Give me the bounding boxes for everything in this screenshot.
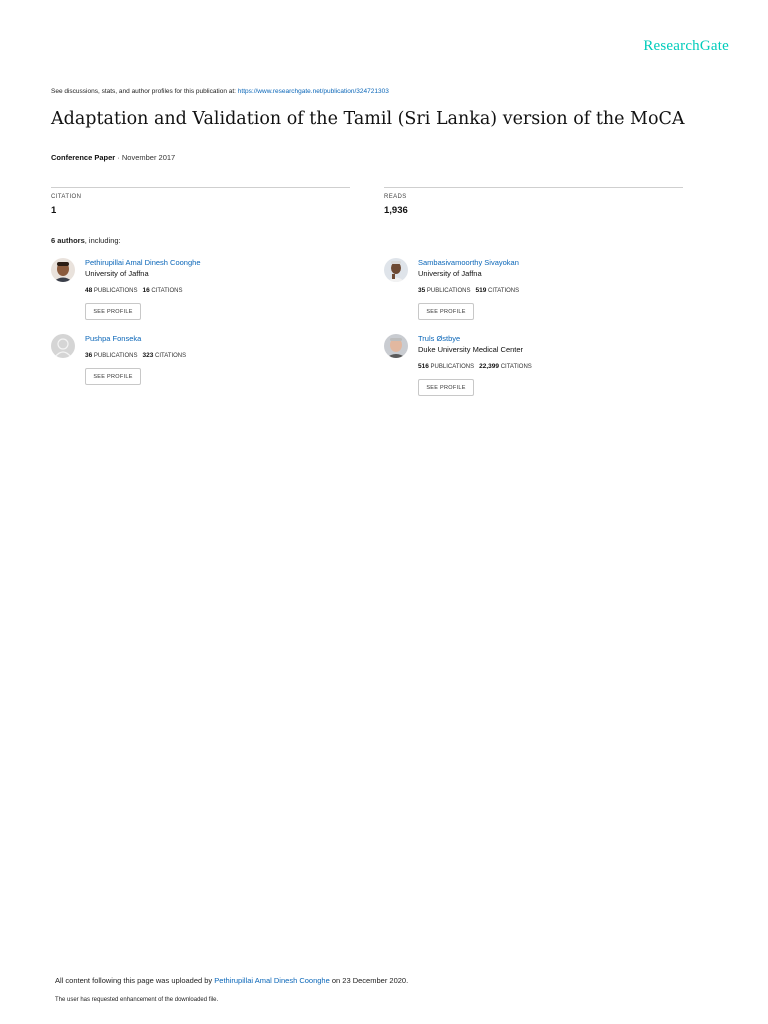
citations-count: 22,399 bbox=[479, 363, 500, 370]
default-user-icon bbox=[51, 334, 75, 358]
publications-count: 36 bbox=[85, 352, 93, 359]
author-affiliation: University of Jaffna bbox=[418, 269, 482, 278]
page-title: Adaptation and Validation of the Tamil (… bbox=[51, 109, 685, 129]
citations-label: CITATIONS bbox=[500, 364, 532, 370]
author-photo-icon bbox=[384, 258, 408, 282]
citation-divider bbox=[51, 187, 350, 188]
author-card: Pushpa Fonseka 36 PUBLICATIONS 323 CITAT… bbox=[51, 334, 351, 404]
upload-prefix: All content following this page was uplo… bbox=[55, 976, 215, 985]
citations-count: 323 bbox=[142, 352, 154, 359]
publications-count: 516 bbox=[418, 363, 429, 370]
researchgate-logo[interactable]: ResearchGate bbox=[643, 38, 729, 55]
author-affiliation: Duke University Medical Center bbox=[418, 345, 524, 354]
publications-label: PUBLICATIONS bbox=[430, 364, 475, 370]
avatar[interactable] bbox=[384, 258, 408, 282]
publication-url-link[interactable]: https://www.researchgate.net/publication… bbox=[238, 88, 389, 95]
enhancement-note: The user has requested enhancement of th… bbox=[55, 997, 219, 1003]
discussion-prefix: See discussions, stats, and author profi… bbox=[51, 88, 238, 95]
publications-count: 48 bbox=[85, 287, 93, 294]
author-card: Pethirupillai Amal Dinesh Coonghe Univer… bbox=[51, 258, 351, 328]
author-name-link[interactable]: Truls Østbye bbox=[418, 334, 460, 343]
author-name-link[interactable]: Pushpa Fonseka bbox=[85, 334, 141, 343]
citation-count: 1 bbox=[51, 205, 57, 216]
author-card: Truls Østbye Duke University Medical Cen… bbox=[384, 334, 684, 404]
upload-notice: All content following this page was uplo… bbox=[55, 976, 408, 985]
publications-label: PUBLICATIONS bbox=[93, 288, 138, 294]
upload-suffix: on 23 December 2020. bbox=[329, 976, 409, 985]
reads-divider bbox=[384, 187, 683, 188]
citations-label: CITATIONS bbox=[151, 288, 183, 294]
publication-type: Conference Paper bbox=[51, 153, 116, 162]
author-photo-icon bbox=[384, 334, 408, 358]
see-profile-button[interactable]: SEE PROFILE bbox=[418, 303, 474, 320]
avatar[interactable] bbox=[51, 334, 75, 358]
publications-label: PUBLICATIONS bbox=[93, 353, 138, 359]
authors-suffix: , including: bbox=[84, 236, 121, 245]
publication-date: · November 2017 bbox=[115, 153, 176, 162]
author-stats: 35 PUBLICATIONS 519 CITATIONS bbox=[418, 287, 519, 294]
author-name-link[interactable]: Sambasivamoorthy Sivayokan bbox=[418, 258, 519, 267]
citations-count: 16 bbox=[142, 287, 150, 294]
see-profile-button[interactable]: SEE PROFILE bbox=[85, 303, 141, 320]
author-stats: 36 PUBLICATIONS 323 CITATIONS bbox=[85, 352, 186, 359]
avatar[interactable] bbox=[384, 334, 408, 358]
uploader-link[interactable]: Pethirupillai Amal Dinesh Coonghe bbox=[214, 976, 330, 985]
publication-meta: Conference Paper · November 2017 bbox=[51, 153, 175, 162]
publications-count: 35 bbox=[418, 287, 426, 294]
author-card: Sambasivamoorthy Sivayokan University of… bbox=[384, 258, 684, 328]
authors-heading: 6 authors, including: bbox=[51, 236, 121, 245]
citations-label: CITATIONS bbox=[155, 353, 187, 359]
publications-label: PUBLICATIONS bbox=[426, 288, 471, 294]
citations-count: 519 bbox=[475, 287, 487, 294]
author-stats: 48 PUBLICATIONS 16 CITATIONS bbox=[85, 287, 183, 294]
author-name-link[interactable]: Pethirupillai Amal Dinesh Coonghe bbox=[85, 258, 201, 267]
see-profile-button[interactable]: SEE PROFILE bbox=[85, 368, 141, 385]
avatar[interactable] bbox=[51, 258, 75, 282]
authors-count: 6 authors bbox=[51, 236, 85, 245]
citation-label: CITATION bbox=[51, 194, 82, 200]
reads-count: 1,936 bbox=[384, 205, 408, 216]
reads-label: READS bbox=[384, 194, 407, 200]
author-photo-icon bbox=[51, 258, 75, 282]
citations-label: CITATIONS bbox=[488, 288, 520, 294]
author-stats: 516 PUBLICATIONS 22,399 CITATIONS bbox=[418, 363, 532, 370]
author-affiliation: University of Jaffna bbox=[85, 269, 149, 278]
discussion-line: See discussions, stats, and author profi… bbox=[51, 88, 389, 95]
see-profile-button[interactable]: SEE PROFILE bbox=[418, 379, 474, 396]
